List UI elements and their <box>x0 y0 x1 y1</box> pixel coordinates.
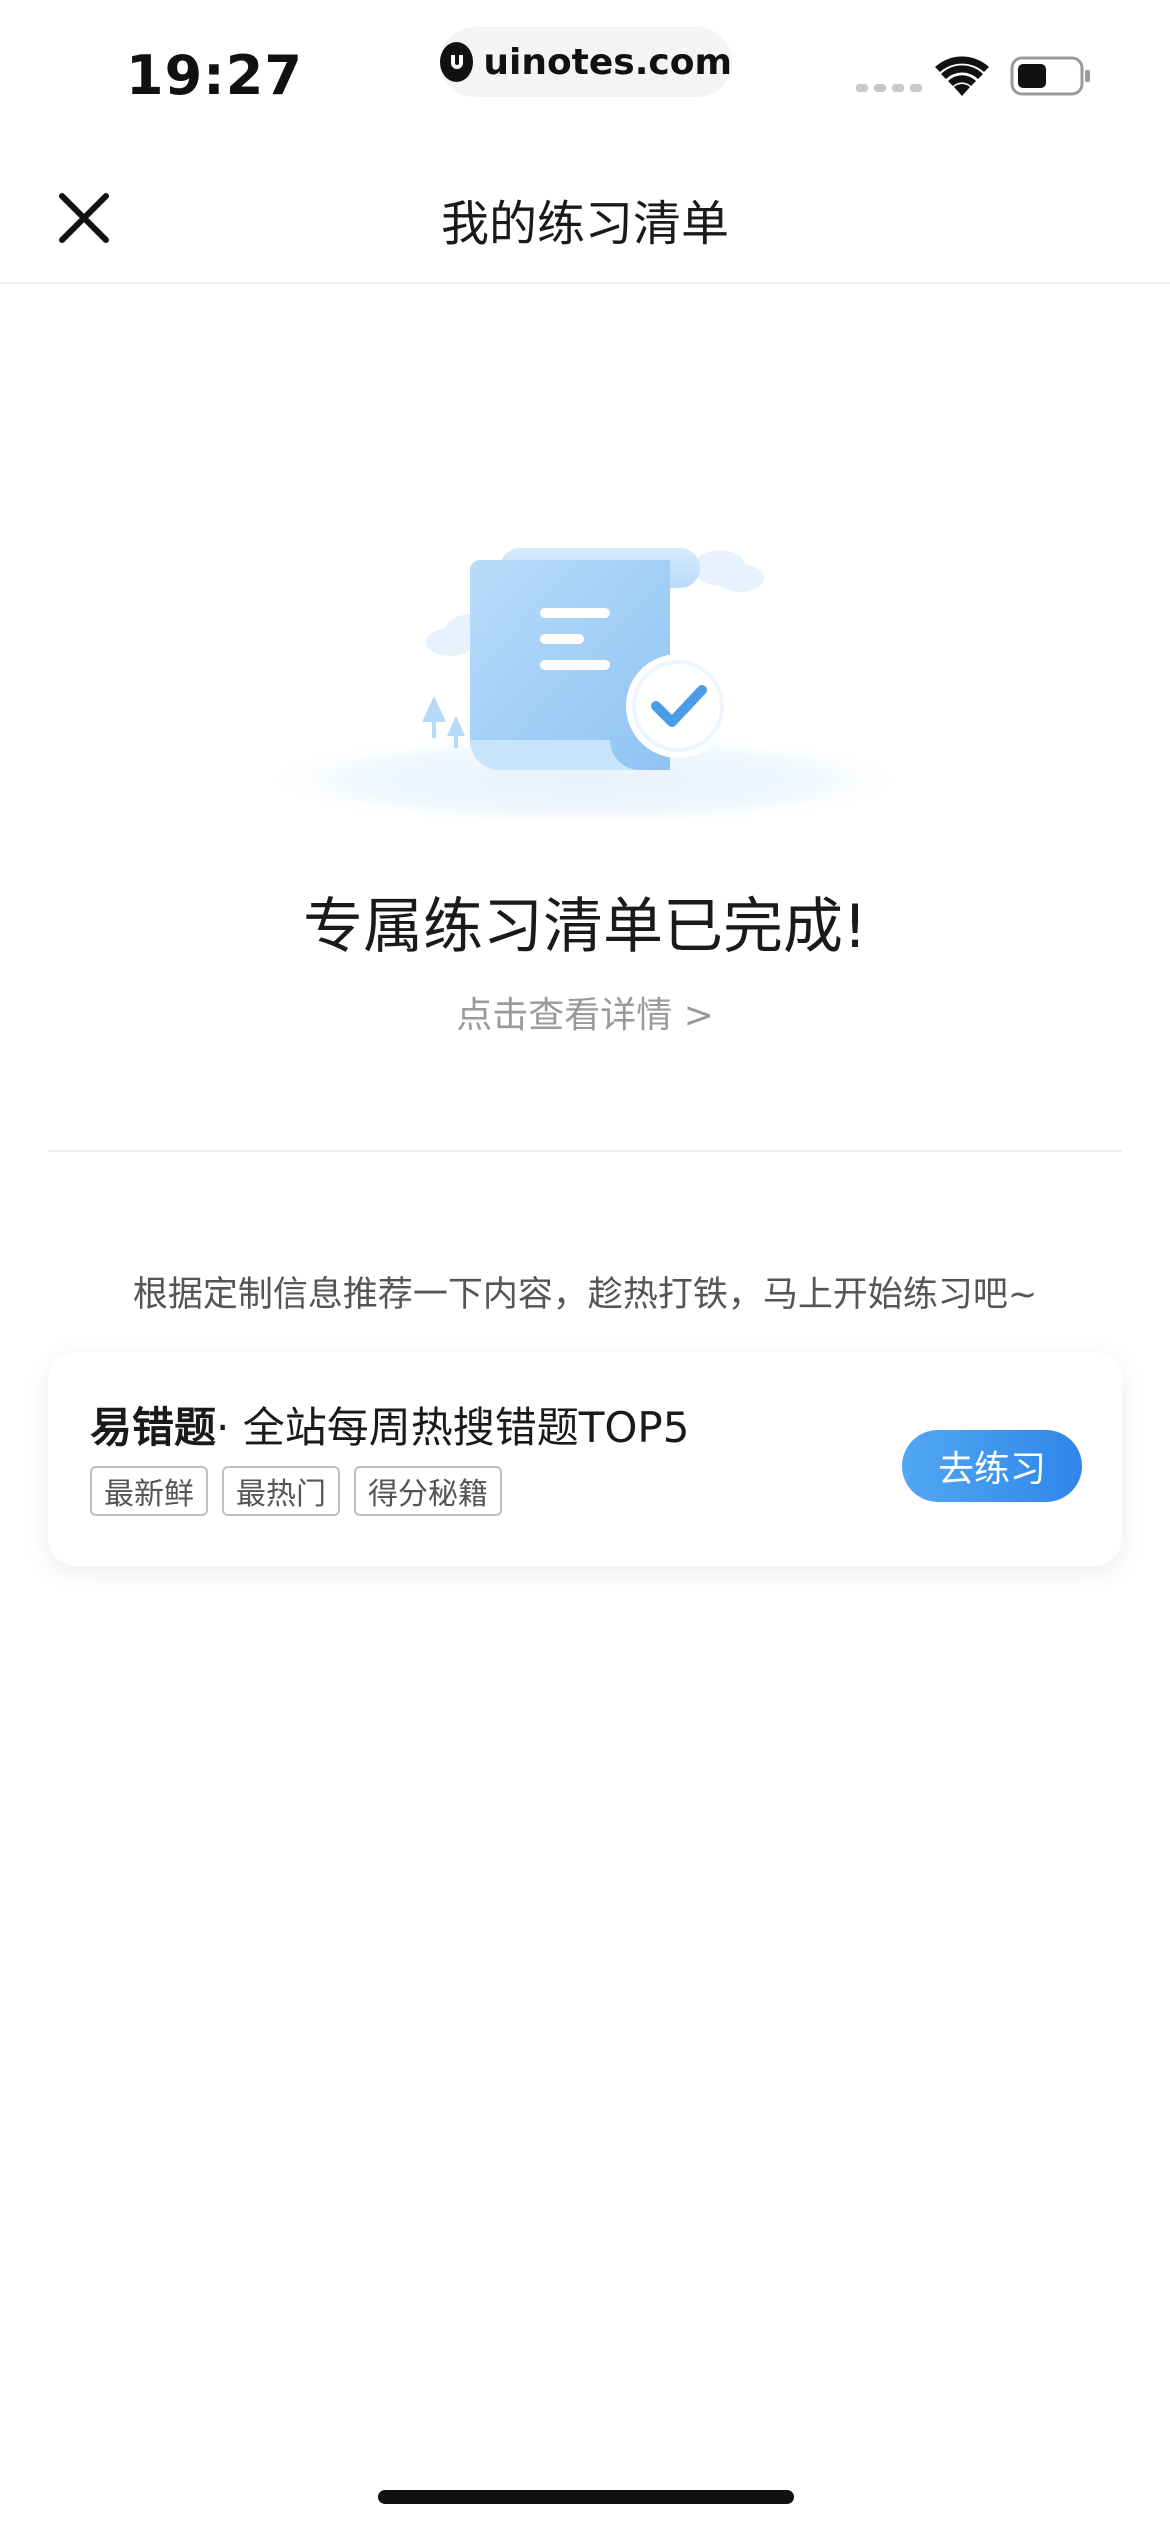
view-details-link[interactable]: 点击查看详情 > <box>0 986 1170 1038</box>
practice-card[interactable]: 易错题· 全站每周热搜错题TOP5 最新鲜 最热门 得分秘籍 去练习 <box>48 1352 1122 1566</box>
nav-bar: 我的练习清单 <box>0 150 1170 284</box>
battery-icon <box>1010 56 1090 96</box>
tag-list: 最新鲜 最热门 得分秘籍 <box>90 1466 502 1516</box>
page-title: 我的练习清单 <box>440 196 729 252</box>
card-title-category: 易错题 <box>90 1403 217 1452</box>
url-text: uinotes.com <box>483 41 732 83</box>
go-practice-button[interactable]: 去练习 <box>902 1430 1082 1502</box>
signal-icon <box>856 84 922 92</box>
tag: 得分秘籍 <box>354 1466 502 1516</box>
tag: 最新鲜 <box>90 1466 208 1516</box>
completion-title: 专属练习清单已完成! <box>302 892 868 962</box>
divider <box>48 1150 1122 1152</box>
recommend-text: 根据定制信息推荐一下内容，趁热打铁，马上开始练习吧~ <box>132 1275 1038 1315</box>
card-title-text: · 全站每周热搜错题TOP5 <box>216 1403 690 1452</box>
tag: 最热门 <box>222 1466 340 1516</box>
home-indicator[interactable] <box>378 2490 794 2504</box>
uinotes-logo-icon <box>440 42 474 82</box>
card-title: 易错题· 全站每周热搜错题TOP5 <box>90 1394 689 1455</box>
wifi-icon <box>935 56 989 96</box>
status-bar: 19:27 uinotes.com <box>0 0 1170 150</box>
url-pill[interactable]: uinotes.com <box>440 27 732 97</box>
status-time: 19:27 <box>126 44 303 107</box>
checklist-illustration <box>255 548 915 820</box>
